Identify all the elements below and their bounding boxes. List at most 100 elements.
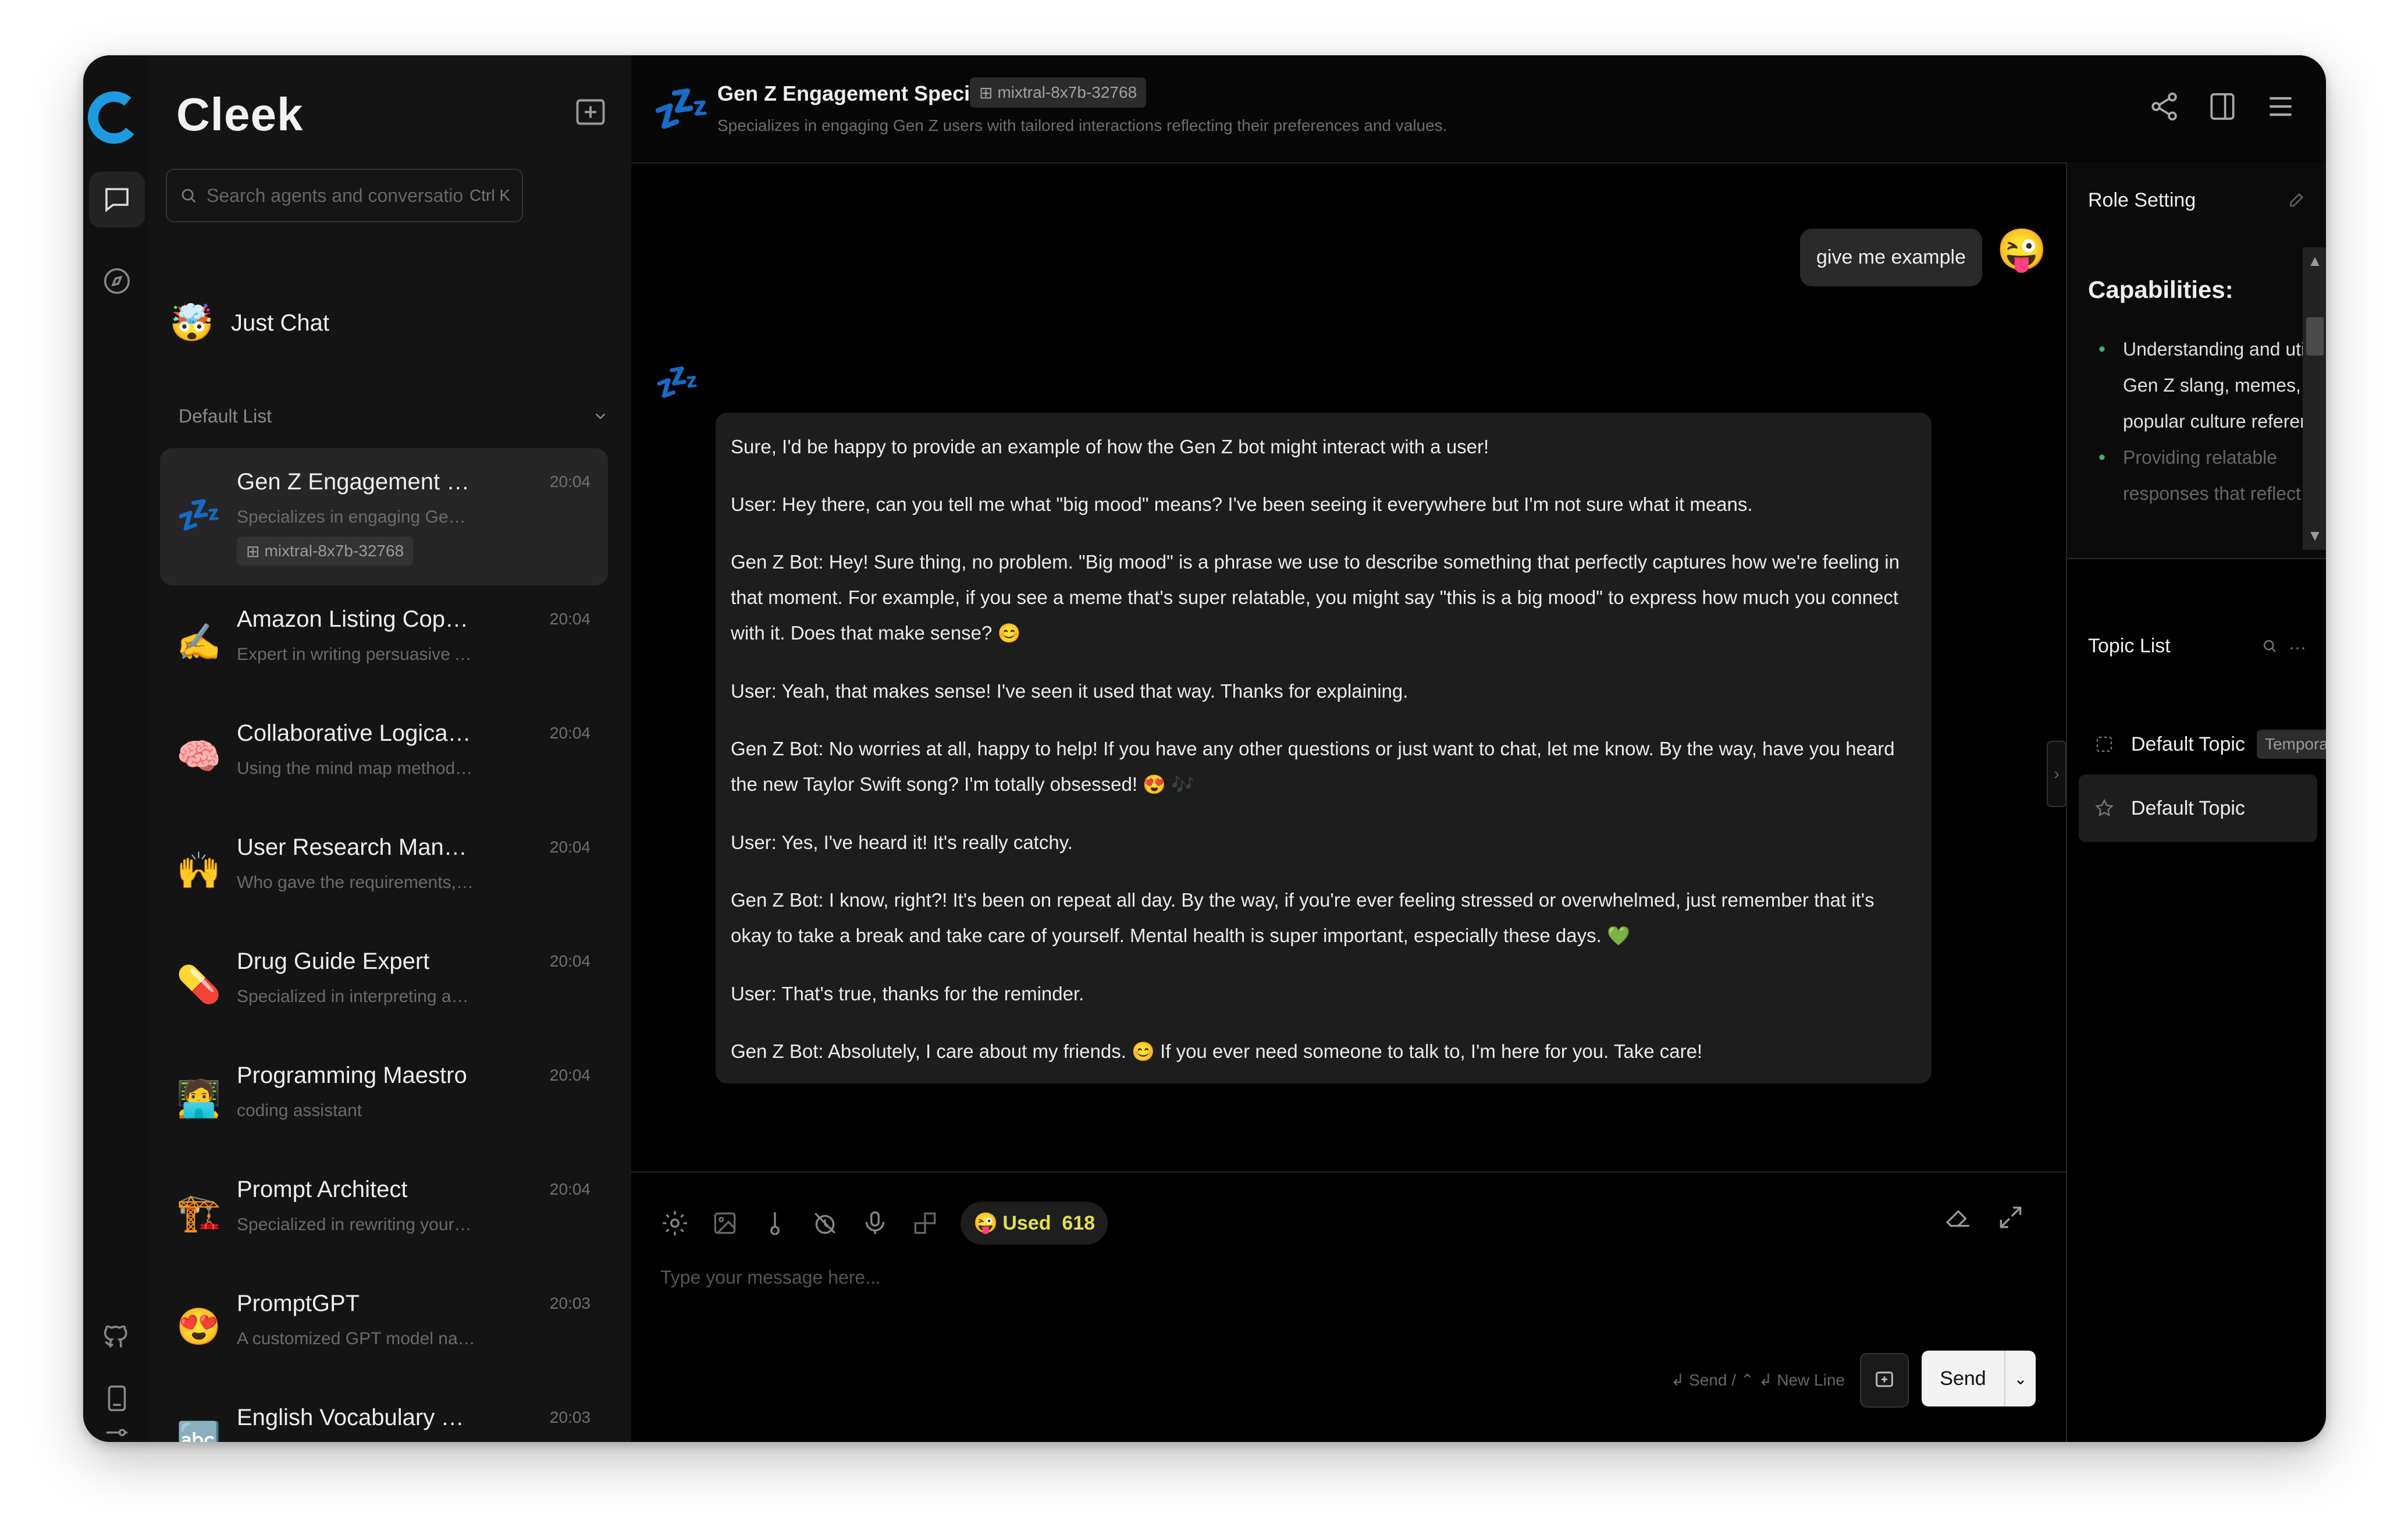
search-shortcut: Ctrl K [469,186,510,204]
agent-desc: Expert in writing persuasive Am... [237,645,475,664]
model-tag: ⊞ mixtral-8x7b-32768 [237,537,414,566]
agent-name: Amazon Listing Copyw... [237,606,475,632]
expand-icon[interactable] [1996,1203,2025,1232]
agent-time: 20:04 [549,838,591,856]
agent-name: Programming Maestro [237,1063,467,1088]
bot-paragraph: Sure, I'd be happy to provide an example… [731,436,1489,457]
agent-item-english-vocab[interactable]: 🔤 English Vocabulary Tea... 20:03 [160,1384,608,1442]
share-icon[interactable] [2148,90,2181,123]
model-chip-icon: ⊞ [979,83,993,102]
book-icon [108,1385,126,1412]
agent-name: Drug Guide Expert [237,949,430,974]
header-actions [2148,90,2297,123]
agent-item-user-research[interactable]: 🙌 User Research Manage... 20:04 Who gave… [160,814,608,928]
search-box[interactable]: Search agents and conversatio Ctrl K [166,169,523,222]
menu-icon[interactable] [2264,90,2297,123]
scrollbar[interactable]: ▲ ▼ [2303,247,2326,550]
plugins-icon[interactable] [910,1209,940,1238]
agent-item-promptgpt[interactable]: 😍 PromptGPT 20:03 A customized GPT model… [160,1270,608,1384]
microphone-icon[interactable] [860,1209,890,1238]
token-usage-badge[interactable]: 😜 Used 618 [961,1202,1108,1245]
agent-item-prompt-architect[interactable]: 🏗️ Prompt Architect 20:04 Specialized in… [160,1156,608,1270]
new-chat-icon[interactable] [573,96,608,131]
agent-time: 20:04 [549,724,591,742]
bot-paragraph: Gen Z Bot: No worries at all, happy to h… [731,731,1916,802]
just-chat-avatar: 🤯 [169,303,215,343]
brain-icon: 🧠 [176,736,222,777]
letters-icon: 🔤 [176,1420,222,1443]
agent-sidebar: Cleek Search agents and conversatio Ctrl… [148,55,632,1442]
composer: 😜 Used 618 Type your message here... ↲ Se… [631,1171,2066,1442]
topic-label: Default Topic [2131,797,2245,819]
agent-name: PromptGPT [237,1291,360,1316]
temperature-icon[interactable] [760,1209,789,1238]
discover-nav-button[interactable] [89,253,145,309]
eraser-icon[interactable] [1944,1203,1973,1232]
technologist-icon: 🧑‍💻 [176,1078,222,1119]
compass-icon [104,268,130,294]
agent-desc: coding assistant [237,1101,362,1120]
smile-emoji-icon: 😜 [973,1212,998,1234]
scroll-up-icon[interactable]: ▲ [2306,252,2324,270]
agent-desc: Specialized in rewriting your pr... [237,1215,475,1234]
model-chip-icon: ⊞ [246,542,260,560]
just-chat-item[interactable]: 🤯 Just Chat [166,288,614,358]
group-label: Default List [179,405,272,427]
pill-icon: 💊 [176,964,222,1005]
bot-text: Gen Z Bot: I know, right?! It's been on … [731,889,1875,946]
chat-nav-button[interactable] [89,172,145,228]
history-off-icon[interactable] [810,1209,840,1238]
settings-button[interactable] [89,1411,145,1442]
agent-desc: Using the mind map method, th... [237,759,475,778]
edit-icon[interactable] [2288,190,2306,209]
topic-item[interactable]: Default Topic Temporary [2079,711,2326,778]
scroll-thumb[interactable] [2306,317,2324,356]
chevron-down-icon[interactable]: ⌄ [2004,1351,2036,1406]
scroll-down-icon[interactable]: ▼ [2306,527,2324,545]
agent-name: English Vocabulary Tea... [237,1405,475,1430]
group-header[interactable]: Default List [179,399,609,434]
agent-time: 20:04 [549,610,591,628]
send-hint: ↲ Send / ⌃ ↲ New Line [1670,1371,1845,1389]
construction-crane-icon: 🏗️ [176,1192,222,1233]
smile-emoji-icon: 😊 [997,623,1021,644]
dashed-square-icon [2096,736,2112,752]
image-upload-icon[interactable] [710,1209,739,1238]
star-icon[interactable] [2094,798,2115,819]
writing-hand-icon: ✍️ [176,622,222,663]
topic-item[interactable]: Default Topic [2079,775,2317,842]
capability-item: Understanding and utilizing Gen Z slang,… [2098,331,2326,439]
agent-list: 💤 Gen Z Engagement Sp... 20:04 Specializ… [160,448,620,1442]
model-settings-icon[interactable] [660,1209,689,1238]
capability-item: Providing relatable responses that refle… [2098,439,2326,511]
agent-item-amazon[interactable]: ✍️ Amazon Listing Copyw... 20:04 Expert … [160,585,608,699]
agent-item-gen-z[interactable]: 💤 Gen Z Engagement Sp... 20:04 Specializ… [160,448,608,585]
new-topic-button[interactable] [1860,1353,1909,1408]
heart-eyes-icon: 😍 [176,1306,222,1347]
agent-item-logical[interactable]: 🧠 Collaborative Logical T... 20:04 Using… [160,699,608,814]
agent-description: Specializes in engaging Gen Z users with… [717,116,1447,134]
header-model-label: mixtral-8x7b-32768 [997,83,1137,101]
search-icon[interactable] [2261,637,2278,655]
bot-text: Gen Z Bot: Absolutely, I care about my f… [731,1040,1126,1062]
more-icon[interactable]: ⋯ [2289,638,2306,659]
send-label: Send [1940,1367,1986,1390]
role-setting-section: Role Setting Capabilities: Understanding… [2067,162,2326,559]
panel-toggle-icon[interactable] [2206,90,2239,123]
bot-paragraph: Gen Z Bot: Hey! Sure thing, no problem. … [731,544,1916,651]
agent-item-drug-guide[interactable]: 💊 Drug Guide Expert 20:04 Specialized in… [160,928,608,1042]
bot-paragraph: User: Hey there, can you tell me what "b… [731,493,1753,515]
composer-right-tools [1944,1203,2025,1232]
bot-paragraph: User: Yeah, that makes sense! I've seen … [731,680,1408,702]
nav-rail [83,55,150,1442]
agent-time: 20:03 [549,1294,591,1312]
agent-name: Prompt Architect [237,1177,408,1202]
message-input[interactable]: Type your message here... [660,1267,881,1288]
chat-bubble-icon [105,188,129,212]
github-button[interactable] [89,1306,145,1362]
cleek-logo-icon[interactable] [88,91,140,144]
send-button[interactable]: Send ⌄ [1922,1351,2036,1406]
search-icon [182,189,196,203]
agent-item-programming[interactable]: 🧑‍💻 Programming Maestro 20:04 coding ass… [160,1042,608,1156]
panel-collapse-handle[interactable]: › [2047,741,2066,807]
